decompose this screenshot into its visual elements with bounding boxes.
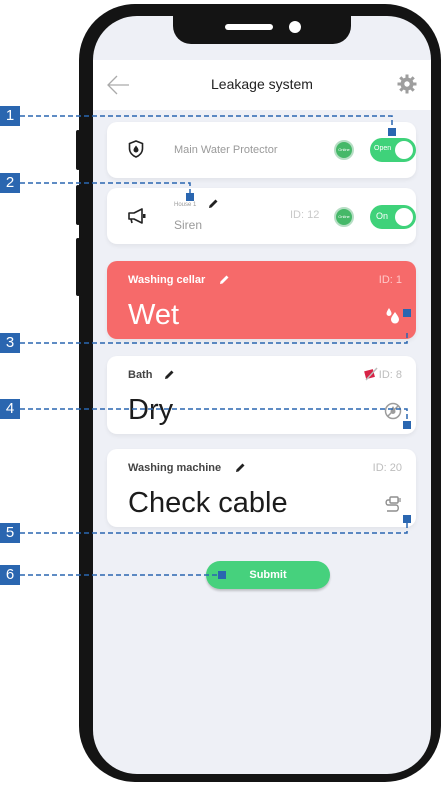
callout-5: 5 (0, 523, 20, 543)
callout-2: 2 (0, 173, 20, 193)
callout-6: 6 (0, 565, 20, 585)
callout-4: 4 (0, 399, 20, 419)
callout-leader-lines (20, 115, 411, 579)
callout-3: 3 (0, 333, 20, 353)
callout-1: 1 (0, 106, 20, 126)
